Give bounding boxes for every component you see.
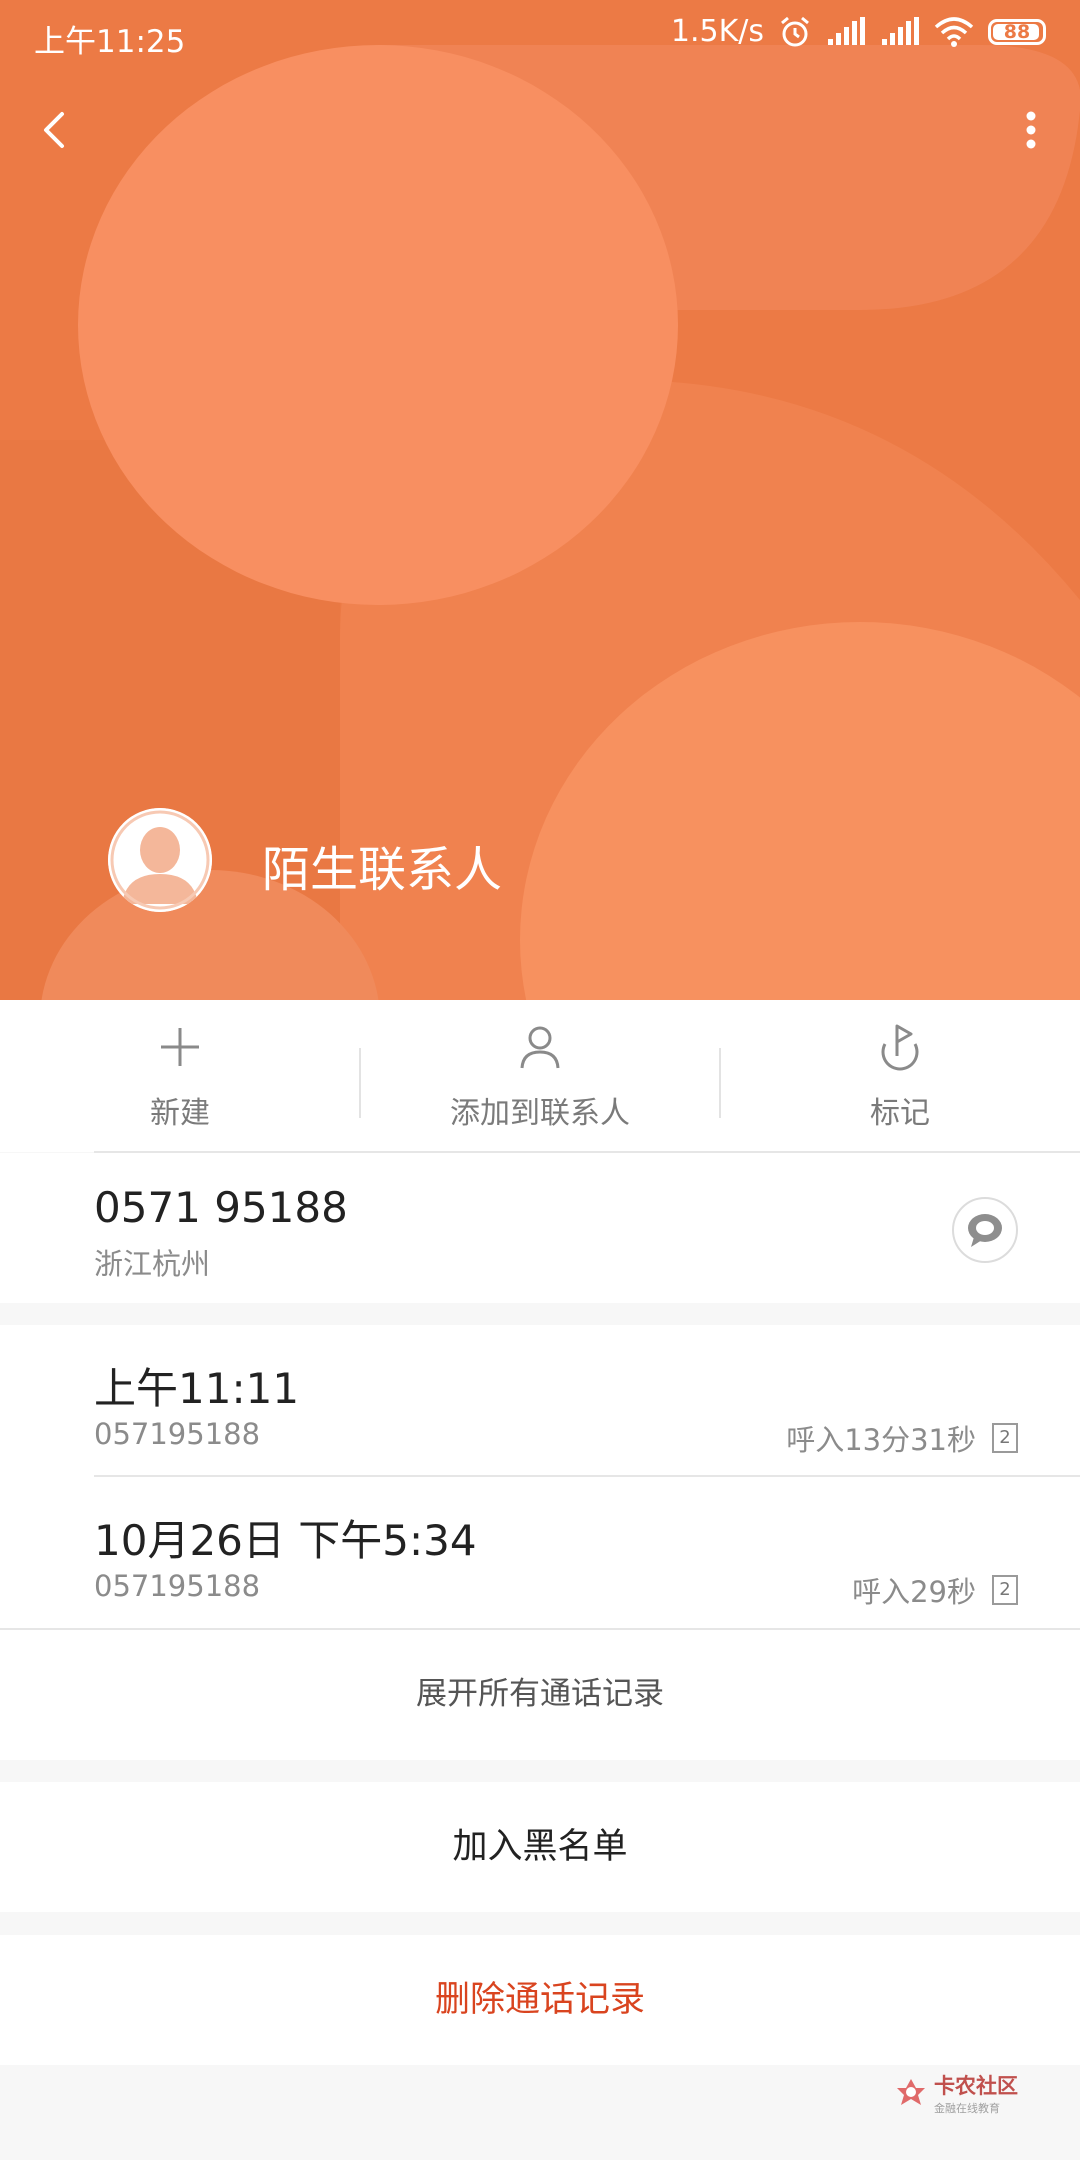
add-to-blacklist-button[interactable]: 加入黑名单 <box>0 1782 1080 1912</box>
mark-label: 标记 <box>870 1096 930 1131</box>
phone-number: 0571 95188 <box>94 1183 348 1232</box>
call-detail: 呼入29秒 <box>852 1575 976 1609</box>
flag-icon <box>881 1024 919 1071</box>
phone-number-row[interactable]: 0571 95188 浙江杭州 <box>0 1153 1080 1303</box>
call-log-list: 上午11:11 057195188 呼入13分31秒 2 10月26日 下午5:… <box>0 1325 1080 1760</box>
watermark: 卡农社区 金融在线教育 <box>894 2070 1018 2116</box>
phone-location: 浙江杭州 <box>94 1247 211 1281</box>
signal-icon-2 <box>882 16 919 45</box>
sim-badge: 2 <box>992 1575 1018 1605</box>
call-log-item[interactable]: 10月26日 下午5:34 057195188 呼入29秒 2 <box>0 1477 1080 1629</box>
watermark-title: 卡农社区 <box>934 2074 1018 2098</box>
person-icon <box>520 1026 560 1069</box>
battery-level: 88 <box>1003 20 1031 43</box>
alarm-icon <box>781 16 809 46</box>
network-speed: 1.5K/s <box>670 14 764 49</box>
new-contact-button[interactable]: 新建 <box>0 1000 360 1152</box>
sim-badge: 2 <box>992 1423 1018 1453</box>
more-options-icon[interactable] <box>1006 100 1056 160</box>
contact-header: 上午11:25 1.5K/s 88 陌生联系人 <box>0 0 1080 1000</box>
call-time: 上午11:11 <box>94 1364 300 1413</box>
contact-name: 陌生联系人 <box>262 842 503 898</box>
add-to-contacts-label: 添加到联系人 <box>450 1096 630 1131</box>
watermark-logo-icon <box>897 2079 925 2105</box>
expand-call-log-button[interactable]: 展开所有通话记录 <box>0 1629 1080 1759</box>
signal-icon-1 <box>828 16 865 45</box>
watermark-subtitle: 金融在线教育 <box>934 2102 1000 2115</box>
new-label: 新建 <box>150 1096 210 1131</box>
avatar <box>108 808 212 912</box>
person-silhouette-icon <box>108 808 212 912</box>
call-number: 057195188 <box>94 1417 261 1451</box>
message-button[interactable] <box>952 1197 1018 1263</box>
wifi-icon <box>934 16 974 47</box>
action-bar: 新建 添加到联系人 标记 <box>0 1000 1080 1152</box>
status-time: 上午11:25 <box>34 24 186 60</box>
battery-icon: 88 <box>988 18 1046 45</box>
delete-call-log-button[interactable]: 删除通话记录 <box>0 1935 1080 2065</box>
mark-button[interactable]: 标记 <box>720 1000 1080 1152</box>
add-to-contacts-button[interactable]: 添加到联系人 <box>360 1000 720 1152</box>
call-time: 10月26日 下午5:34 <box>94 1516 477 1565</box>
message-icon <box>968 1214 1002 1247</box>
back-icon[interactable] <box>30 100 80 160</box>
call-detail: 呼入13分31秒 <box>786 1423 976 1457</box>
call-number: 057195188 <box>94 1569 261 1603</box>
status-bar: 上午11:25 1.5K/s 88 <box>0 0 1080 72</box>
call-log-item[interactable]: 上午11:11 057195188 呼入13分31秒 2 <box>0 1325 1080 1477</box>
plus-icon <box>161 1028 199 1066</box>
